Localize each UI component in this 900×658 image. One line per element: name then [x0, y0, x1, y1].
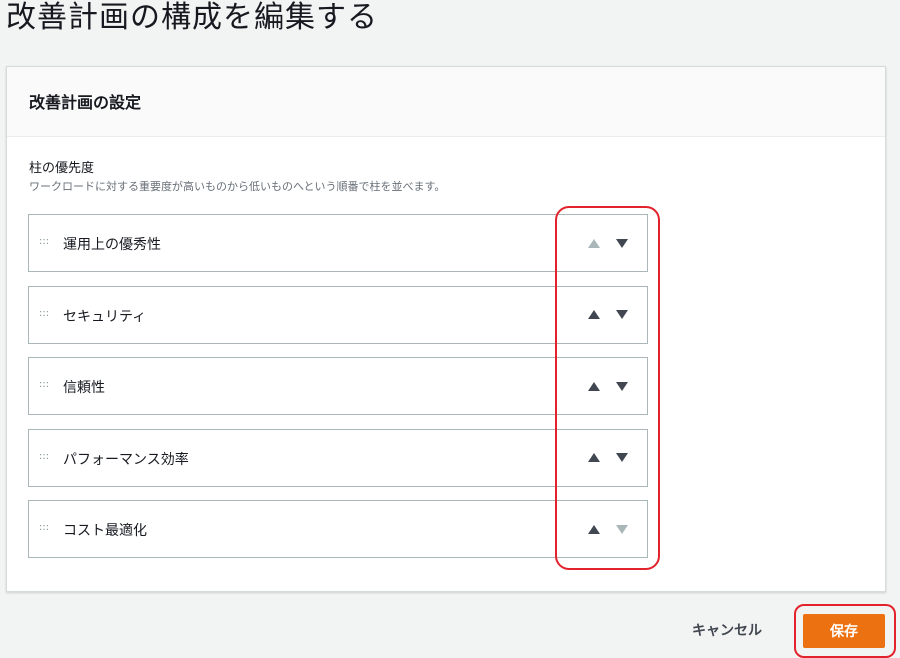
pillar-priority-list: ::: 運用上の優秀性 ::: セキュリティ ::: 信頼性 ::: パフォーマ…: [28, 214, 650, 572]
cancel-button[interactable]: キャンセル: [692, 620, 762, 640]
caret-up-icon: [588, 453, 600, 462]
move-up-button[interactable]: [588, 452, 600, 464]
improvement-plan-settings-panel: 改善計画の設定 柱の優先度 ワークロードに対する重要度が高いものから低いものへと…: [6, 66, 886, 592]
caret-down-icon: [616, 310, 628, 319]
move-up-button[interactable]: [588, 309, 600, 321]
drag-handle-icon[interactable]: :::: [39, 236, 49, 247]
pillar-item[interactable]: ::: 信頼性: [28, 357, 648, 415]
move-down-button[interactable]: [616, 309, 628, 321]
move-down-button[interactable]: [616, 452, 628, 464]
drag-handle-icon[interactable]: :::: [39, 308, 49, 319]
caret-down-icon: [616, 238, 628, 248]
drag-handle-icon[interactable]: :::: [39, 451, 49, 462]
caret-up-icon: [588, 310, 600, 319]
caret-down-icon: [616, 453, 628, 462]
drag-handle-icon[interactable]: :::: [39, 379, 49, 390]
move-up-button: [588, 237, 600, 249]
pillar-name: セキュリティ: [63, 308, 147, 325]
pillar-name: コスト最適化: [63, 523, 147, 539]
pillar-priority-label: 柱の優先度: [29, 161, 95, 176]
panel-header: 改善計画の設定: [7, 67, 885, 137]
caret-up-icon: [588, 381, 600, 391]
page-title: 改善計画の構成を編集する: [6, 0, 378, 35]
move-down-button[interactable]: [616, 237, 628, 249]
pillar-priority-description: ワークロードに対する重要度が高いものから低いものへという順番で柱を並べます。: [29, 180, 446, 193]
move-down-button[interactable]: [616, 380, 628, 392]
drag-handle-icon[interactable]: :::: [39, 522, 49, 533]
pillar-name: パフォーマンス効率: [63, 451, 189, 468]
pillar-name: 信頼性: [63, 380, 105, 396]
panel-header-title: 改善計画の設定: [29, 93, 142, 112]
caret-up-icon: [588, 524, 600, 534]
save-button[interactable]: 保存: [803, 614, 885, 648]
pillar-name: 運用上の優秀性: [63, 237, 161, 253]
move-up-button[interactable]: [588, 523, 600, 535]
pillar-item[interactable]: ::: パフォーマンス効率: [28, 428, 648, 487]
move-up-button[interactable]: [588, 380, 600, 392]
pillar-item[interactable]: ::: セキュリティ: [28, 285, 648, 344]
pillar-item[interactable]: ::: コスト最適化: [28, 500, 648, 558]
pillar-item[interactable]: ::: 運用上の優秀性: [28, 214, 648, 272]
caret-down-icon: [616, 524, 628, 534]
caret-down-icon: [616, 381, 628, 391]
caret-up-icon: [588, 238, 600, 248]
move-down-button: [616, 523, 628, 535]
